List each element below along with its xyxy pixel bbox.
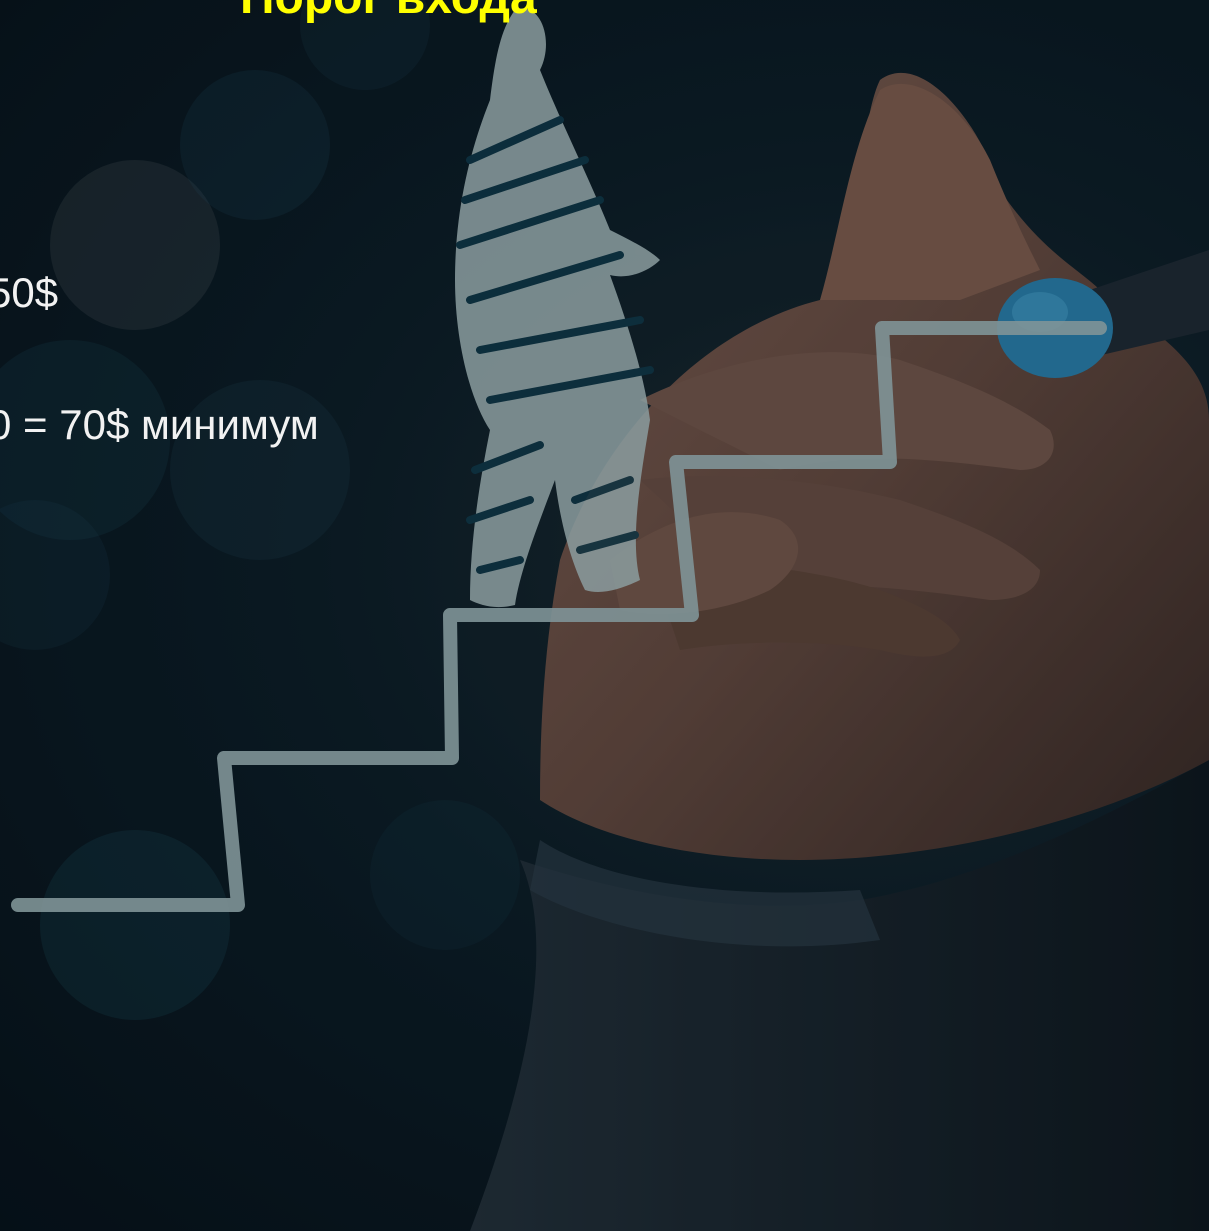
- slide-title: Порог входа: [240, 0, 660, 26]
- slide: Порог входа 50$ 0 = 70$ минимум: [0, 0, 1209, 1231]
- text-line-minimum: 0 = 70$ минимум: [0, 401, 319, 448]
- hand-drawing-illustration: [0, 0, 1209, 1231]
- text-line-price: 50$: [0, 269, 59, 316]
- dark-overlay: [0, 0, 1209, 1231]
